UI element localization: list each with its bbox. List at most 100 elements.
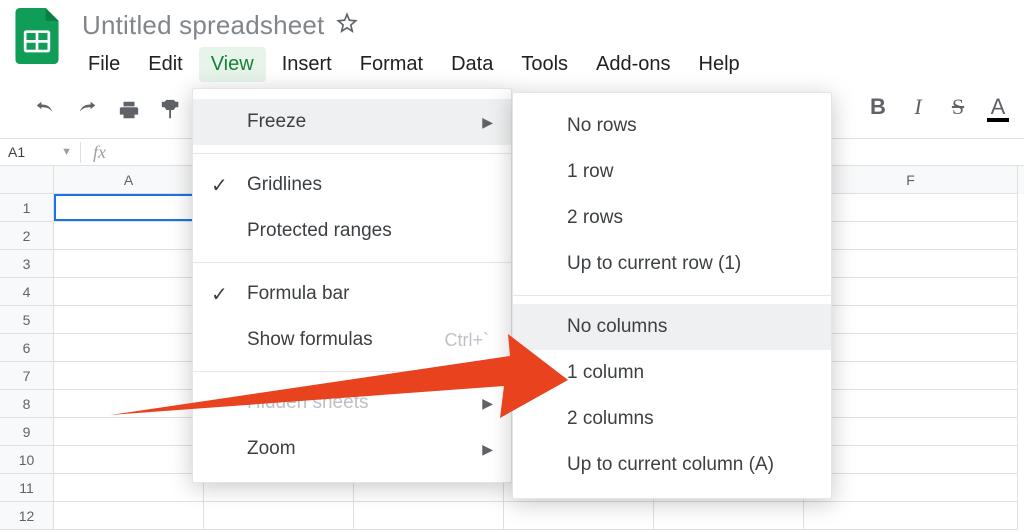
- row-header[interactable]: 6: [0, 334, 54, 362]
- print-icon[interactable]: [108, 95, 150, 125]
- cell[interactable]: [54, 474, 204, 502]
- cell[interactable]: [804, 334, 1018, 362]
- cell[interactable]: [54, 418, 204, 446]
- redo-icon[interactable]: [66, 95, 108, 125]
- cell[interactable]: [354, 502, 504, 530]
- menu-item-label: Up to current row (1): [567, 253, 741, 275]
- menu-edit[interactable]: Edit: [136, 47, 194, 82]
- cell[interactable]: [504, 502, 654, 530]
- check-icon: ✓: [211, 282, 228, 307]
- row-header[interactable]: 11: [0, 474, 54, 502]
- row-header[interactable]: 8: [0, 390, 54, 418]
- freeze-submenu-item-no-rows[interactable]: No rows: [513, 103, 831, 149]
- view-menu-item-gridlines[interactable]: ✓Gridlines: [193, 162, 511, 208]
- freeze-submenu-item-1-row[interactable]: 1 row: [513, 149, 831, 195]
- active-cell[interactable]: [54, 194, 203, 221]
- menu-file[interactable]: File: [76, 47, 132, 82]
- freeze-submenu-item-up-to-current-column-a-[interactable]: Up to current column (A): [513, 442, 831, 488]
- cell[interactable]: [54, 250, 204, 278]
- menu-data[interactable]: Data: [439, 47, 505, 82]
- submenu-arrow-icon: ▶: [482, 114, 493, 131]
- cell[interactable]: [54, 278, 204, 306]
- italic-button[interactable]: I: [904, 94, 932, 120]
- column-header[interactable]: F: [804, 166, 1018, 194]
- cell[interactable]: [54, 222, 204, 250]
- column-header[interactable]: A: [54, 166, 204, 194]
- strikethrough-button[interactable]: S: [944, 94, 972, 120]
- name-box-value: A1: [8, 144, 25, 160]
- name-box[interactable]: A1 ▼: [0, 144, 80, 160]
- menu-item-label: Protected ranges: [247, 220, 392, 242]
- freeze-submenu-item-2-rows[interactable]: 2 rows: [513, 195, 831, 241]
- row-header[interactable]: 10: [0, 446, 54, 474]
- cell[interactable]: [654, 502, 804, 530]
- check-icon: ✓: [211, 173, 228, 198]
- view-menu-item-show-formulas[interactable]: Show formulasCtrl+`: [193, 317, 511, 363]
- menu-item-label: 2 columns: [567, 408, 654, 430]
- menu-tools[interactable]: Tools: [509, 47, 580, 82]
- view-menu-separator: [193, 371, 511, 372]
- menu-item-label: 1 row: [567, 161, 613, 183]
- view-menu: Freeze ▶ ✓Gridlines Protected ranges ✓ Formul…: [192, 88, 512, 483]
- cell[interactable]: [804, 222, 1018, 250]
- menu-item-label: Freeze: [247, 111, 306, 133]
- freeze-submenu: No rows 1 row 2 rows Up to current row (1) N…: [512, 92, 832, 499]
- freeze-submenu-item-no-columns[interactable]: No columns: [513, 304, 831, 350]
- row-header[interactable]: 7: [0, 362, 54, 390]
- star-icon[interactable]: [336, 12, 358, 39]
- cell[interactable]: [804, 194, 1018, 222]
- row-header[interactable]: 2: [0, 222, 54, 250]
- view-menu-item-zoom[interactable]: Zoom▶: [193, 426, 511, 472]
- submenu-arrow-icon: ▶: [482, 441, 493, 458]
- freeze-submenu-item-up-to-current-row-1-[interactable]: Up to current row (1): [513, 241, 831, 287]
- menu-item-label: No columns: [567, 316, 667, 338]
- submenu-arrow-icon: ▶: [482, 395, 493, 412]
- view-menu-item-formula-bar[interactable]: ✓ Formula bar: [193, 271, 511, 317]
- cell[interactable]: [804, 474, 1018, 502]
- cell[interactable]: [54, 334, 204, 362]
- bold-button[interactable]: B: [864, 94, 892, 120]
- menu-format[interactable]: Format: [348, 47, 435, 82]
- menu-item-label: Hidden sheets: [247, 392, 368, 414]
- menu-view[interactable]: View: [199, 47, 266, 82]
- cell[interactable]: [54, 362, 204, 390]
- select-all-corner[interactable]: [0, 166, 54, 194]
- menu-item-label: Show formulas: [247, 329, 373, 351]
- cell[interactable]: [804, 418, 1018, 446]
- view-menu-separator: [193, 153, 511, 154]
- undo-icon[interactable]: [24, 95, 66, 125]
- freeze-submenu-item-2-columns[interactable]: 2 columns: [513, 396, 831, 442]
- cell[interactable]: [54, 446, 204, 474]
- menu-item-label: Up to current column (A): [567, 454, 774, 476]
- paint-format-icon[interactable]: [150, 95, 192, 125]
- menu-item-label: 2 rows: [567, 207, 623, 229]
- cell[interactable]: [804, 306, 1018, 334]
- document-title[interactable]: Untitled spreadsheet: [82, 10, 324, 41]
- cell[interactable]: [804, 446, 1018, 474]
- row-header[interactable]: 3: [0, 250, 54, 278]
- row-header[interactable]: 12: [0, 502, 54, 530]
- sheets-app-icon[interactable]: [12, 8, 62, 64]
- menu-help[interactable]: Help: [687, 47, 752, 82]
- row-header[interactable]: 4: [0, 278, 54, 306]
- cell[interactable]: [804, 250, 1018, 278]
- freeze-submenu-item-1-column[interactable]: 1 column: [513, 350, 831, 396]
- text-color-button[interactable]: A: [984, 94, 1012, 120]
- row-header[interactable]: 5: [0, 306, 54, 334]
- menu-item-label: Formula bar: [247, 283, 349, 305]
- view-menu-item-protected-ranges[interactable]: Protected ranges: [193, 208, 511, 254]
- row-header[interactable]: 1: [0, 194, 54, 222]
- cell[interactable]: [804, 502, 1018, 530]
- cell[interactable]: [204, 502, 354, 530]
- menu-insert[interactable]: Insert: [270, 47, 344, 82]
- row-header[interactable]: 9: [0, 418, 54, 446]
- cell[interactable]: [54, 502, 204, 530]
- menu-add-ons[interactable]: Add-ons: [584, 47, 683, 82]
- cell[interactable]: [804, 390, 1018, 418]
- view-menu-item-freeze[interactable]: Freeze ▶: [193, 99, 511, 145]
- cell[interactable]: [804, 362, 1018, 390]
- cell[interactable]: [54, 306, 204, 334]
- view-menu-separator: [193, 262, 511, 263]
- cell[interactable]: [54, 390, 204, 418]
- cell[interactable]: [804, 278, 1018, 306]
